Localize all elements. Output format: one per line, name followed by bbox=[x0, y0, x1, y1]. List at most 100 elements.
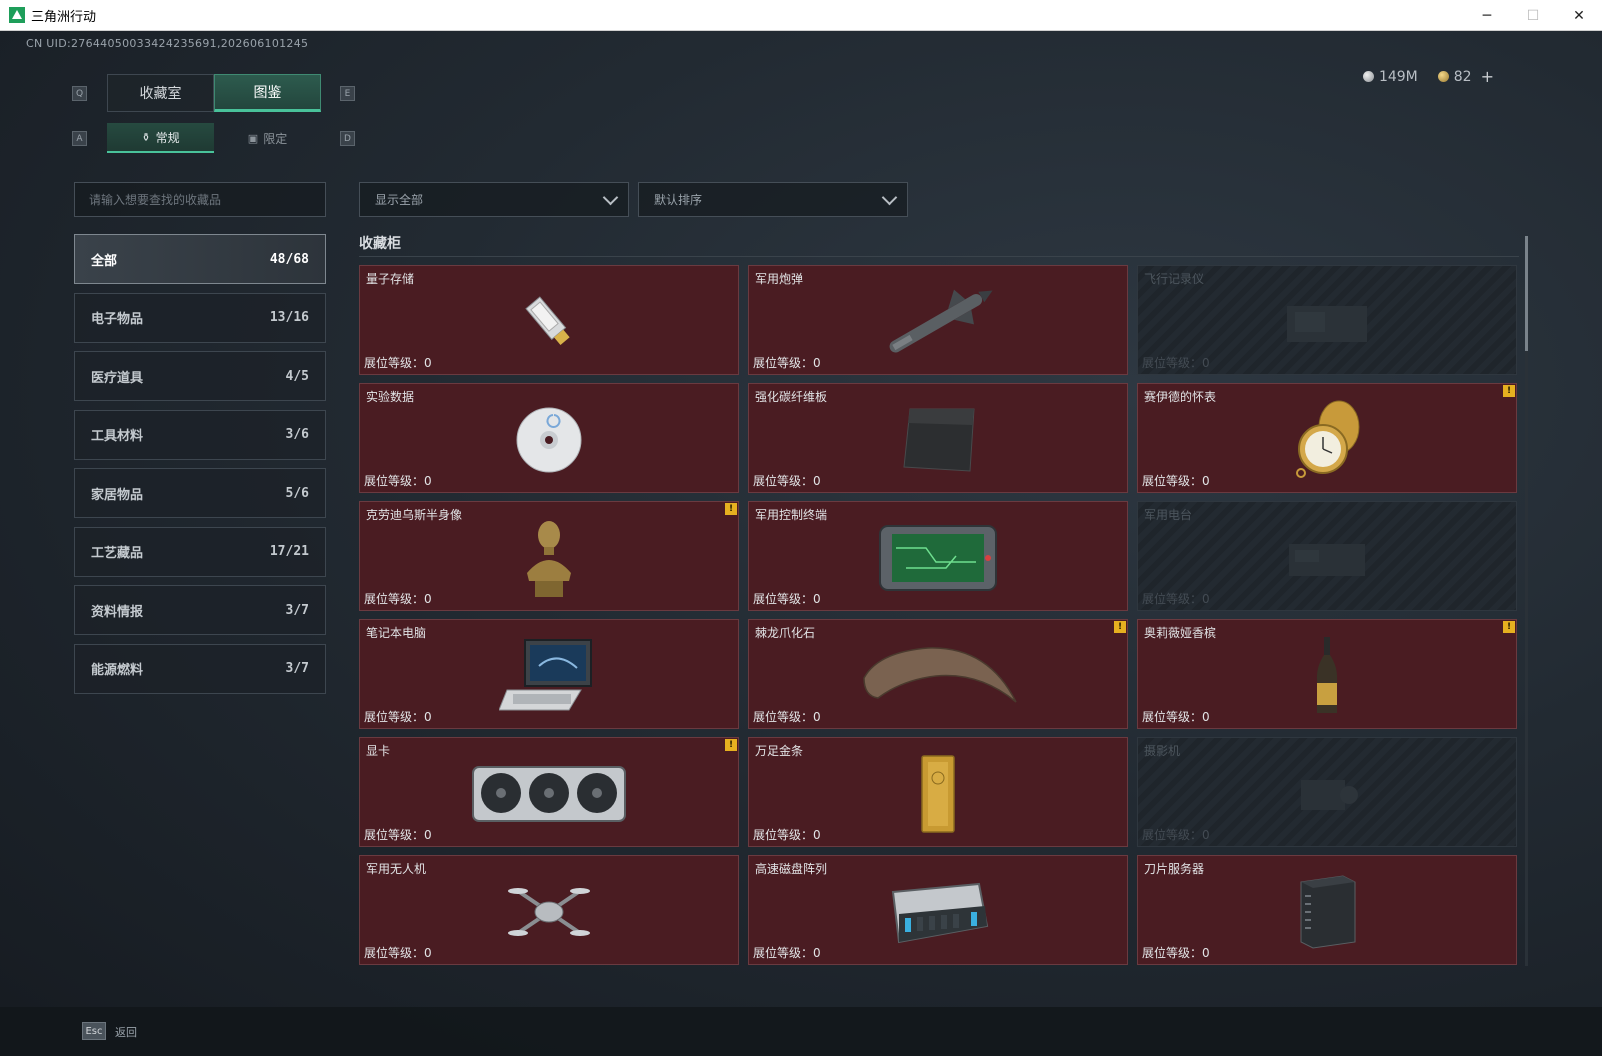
gold-amount: 82 bbox=[1453, 68, 1472, 85]
collection-card[interactable]: 军用炮弹 展位等级：0 bbox=[748, 265, 1128, 375]
item-level: 展位等级：0 bbox=[1142, 592, 1210, 606]
collection-card-locked[interactable]: 军用电台 展位等级：0 bbox=[1137, 501, 1517, 611]
scrollbar-thumb[interactable] bbox=[1525, 236, 1528, 351]
flight-recorder-icon bbox=[1287, 306, 1367, 343]
category-label: 能源燃料 bbox=[91, 663, 144, 678]
maximize-button[interactable]: ☐ bbox=[1510, 0, 1556, 31]
app-logo-icon bbox=[9, 7, 25, 23]
category-item-all[interactable]: 全部 48/68 bbox=[74, 234, 326, 284]
collection-card[interactable]: 显卡 ! 展位等级：0 bbox=[359, 737, 739, 847]
category-count: 3/7 bbox=[285, 661, 309, 676]
item-level: 展位等级：0 bbox=[753, 710, 821, 724]
image-icon: ▣ bbox=[247, 131, 259, 145]
item-level: 展位等级：0 bbox=[364, 356, 432, 370]
game-area: CN UID:27644050033424235691,202606101245… bbox=[0, 31, 1602, 1056]
subtab-limited-label: 限定 bbox=[263, 131, 288, 146]
subtab-regular-label: 常规 bbox=[155, 130, 180, 145]
item-name: 军用控制终端 bbox=[755, 508, 828, 522]
item-level: 展位等级：0 bbox=[1142, 474, 1210, 488]
item-name: 量子存储 bbox=[366, 272, 415, 286]
claw-fossil-icon bbox=[863, 647, 1017, 703]
add-currency-button[interactable]: + bbox=[1481, 67, 1494, 86]
collection-card-locked[interactable]: 飞行记录仪 展位等级：0 bbox=[1137, 265, 1517, 375]
item-level: 展位等级：0 bbox=[1142, 356, 1210, 370]
category-list: 全部 48/68 电子物品 13/16 医疗道具 4/5 工具材料 3/6 家居… bbox=[74, 234, 326, 702]
key-hint-d: D bbox=[340, 131, 355, 146]
chevron-down-icon bbox=[881, 189, 898, 205]
control-terminal-icon bbox=[879, 525, 997, 592]
gpu-icon bbox=[472, 766, 626, 823]
collection-card[interactable]: 量子存储 展位等级：0 bbox=[359, 265, 739, 375]
filter-dropdown-value: 显示全部 bbox=[375, 193, 424, 207]
collection-grid: 量子存储 展位等级：0 军用炮弹 展位等级：0 飞行记录仪 展位等级：0 实验数… bbox=[359, 265, 1519, 965]
category-item-electronics[interactable]: 电子物品 13/16 bbox=[74, 292, 326, 343]
window-controls: ─ ☐ ✕ bbox=[1464, 0, 1602, 31]
collection-card[interactable]: 奥莉薇娅香槟 ! 展位等级：0 bbox=[1137, 619, 1517, 729]
item-name: 军用炮弹 bbox=[755, 272, 804, 286]
filter-dropdown[interactable]: 显示全部 bbox=[359, 182, 629, 217]
category-count: 4/5 bbox=[285, 368, 309, 384]
category-count: 48/68 bbox=[269, 251, 309, 267]
collection-card[interactable]: 军用无人机 展位等级：0 bbox=[359, 855, 739, 965]
gold-coin-icon bbox=[1437, 71, 1449, 82]
category-item-medical[interactable]: 医疗道具 4/5 bbox=[74, 351, 326, 401]
collection-card[interactable]: 军用控制终端 展位等级：0 bbox=[748, 501, 1128, 611]
radio-icon bbox=[1289, 544, 1365, 577]
collection-card-locked[interactable]: 摄影机 展位等级：0 bbox=[1137, 737, 1517, 847]
item-name: 赛伊德的怀表 bbox=[1144, 390, 1217, 404]
subtab-regular[interactable]: ⚱ 常规 bbox=[107, 123, 214, 153]
collection-card[interactable]: 赛伊德的怀表 ! 展位等级：0 bbox=[1137, 383, 1517, 493]
main-tabs: 收藏室 图鉴 bbox=[107, 74, 321, 112]
esc-key-hint[interactable]: Esc bbox=[82, 1022, 106, 1040]
item-level: 展位等级：0 bbox=[364, 592, 432, 606]
item-name: 刀片服务器 bbox=[1144, 862, 1205, 876]
silver-currency: 149M bbox=[1362, 67, 1418, 86]
close-button[interactable]: ✕ bbox=[1556, 0, 1602, 31]
blade-server-icon bbox=[1300, 875, 1356, 949]
minimize-button[interactable]: ─ bbox=[1464, 0, 1510, 31]
key-hint-e: E bbox=[340, 86, 355, 101]
item-name: 奥莉薇娅香槟 bbox=[1144, 626, 1217, 640]
laptop-icon bbox=[499, 639, 592, 711]
collection-card[interactable]: 笔记本电脑 展位等级：0 bbox=[359, 619, 739, 729]
champagne-icon bbox=[1316, 637, 1338, 714]
item-name: 军用电台 bbox=[1144, 508, 1193, 522]
collection-card[interactable]: 刀片服务器 展位等级：0 bbox=[1137, 855, 1517, 965]
category-item-tools[interactable]: 工具材料 3/6 bbox=[74, 409, 326, 460]
collection-card[interactable]: 高速磁盘阵列 展位等级：0 bbox=[748, 855, 1128, 965]
item-level: 展位等级：0 bbox=[364, 828, 432, 842]
item-level: 展位等级：0 bbox=[1142, 710, 1210, 724]
category-item-household[interactable]: 家居物品 5/6 bbox=[74, 468, 326, 518]
category-item-crafts[interactable]: 工艺藏品 17/21 bbox=[74, 526, 326, 577]
currency-bar: 149M 82 + bbox=[1362, 67, 1494, 86]
item-name: 实验数据 bbox=[366, 390, 415, 404]
sort-dropdown[interactable]: 默认排序 bbox=[638, 182, 908, 217]
collection-card[interactable]: 万足金条 展位等级：0 bbox=[748, 737, 1128, 847]
back-button-label[interactable]: 返回 bbox=[115, 1024, 137, 1040]
category-item-intel[interactable]: 资料情报 3/7 bbox=[74, 585, 326, 635]
category-label: 电子物品 bbox=[91, 312, 144, 327]
tab-collection-room[interactable]: 收藏室 bbox=[107, 74, 214, 112]
item-level: 展位等级：0 bbox=[753, 946, 821, 960]
bottom-bar: Esc 返回 bbox=[0, 1007, 1602, 1056]
tab-catalog[interactable]: 图鉴 bbox=[214, 74, 321, 112]
category-label: 工具材料 bbox=[91, 429, 144, 444]
category-count: 5/6 bbox=[285, 485, 309, 501]
search-input[interactable]: 请输入想要查找的收藏品 bbox=[74, 182, 326, 217]
item-name: 笔记本电脑 bbox=[366, 626, 427, 640]
collection-card[interactable]: 强化碳纤维板 展位等级：0 bbox=[748, 383, 1128, 493]
collection-card[interactable]: 克劳迪乌斯半身像 ! 展位等级：0 bbox=[359, 501, 739, 611]
collection-card[interactable]: 棘龙爪化石 ! 展位等级：0 bbox=[748, 619, 1128, 729]
window-titlebar: 三角洲行动 ─ ☐ ✕ bbox=[0, 0, 1602, 31]
usb-drive-icon bbox=[525, 296, 570, 346]
section-title: 收藏柜 bbox=[359, 236, 401, 252]
item-name: 高速磁盘阵列 bbox=[755, 862, 828, 876]
collection-card[interactable]: 实验数据 展位等级：0 bbox=[359, 383, 739, 493]
window-title: 三角洲行动 bbox=[31, 9, 97, 25]
category-label: 工艺藏品 bbox=[91, 546, 144, 561]
subtab-limited[interactable]: ▣ 限定 bbox=[214, 123, 321, 153]
category-label: 资料情报 bbox=[91, 604, 144, 620]
notification-badge: ! bbox=[725, 739, 737, 751]
category-item-fuel[interactable]: 能源燃料 3/7 bbox=[74, 643, 326, 694]
category-count: 17/21 bbox=[269, 544, 309, 559]
